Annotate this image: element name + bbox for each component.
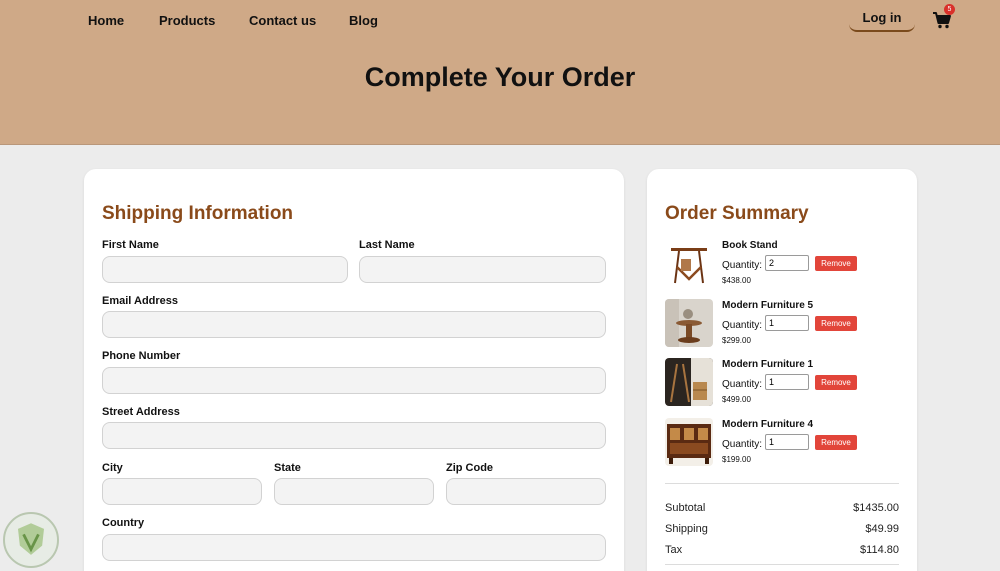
tax-label: Tax [665,544,683,556]
subtotal-label: Subtotal [665,502,706,514]
cart-item: Modern Furniture 5 Quantity: Remove $299… [665,299,905,349]
book-stand-image [665,239,713,287]
modern-furniture-4-image [665,418,713,466]
phone-input[interactable] [102,367,606,394]
shipping-cost-value: $49.99 [865,523,899,535]
cart-count-badge: 5 [944,4,955,15]
country-label: Country [102,517,145,529]
nav-contact-link[interactable]: Contact us [249,13,316,28]
remove-button[interactable]: Remove [815,316,857,331]
email-label: Email Address [102,295,179,307]
login-button[interactable]: Log in [849,8,915,32]
phone-label: Phone Number [102,350,181,362]
item-price: $199.00 [722,455,751,464]
quantity-input[interactable] [765,255,809,271]
cart-item: Modern Furniture 1 Quantity: Remove $499… [665,358,905,408]
quantity-input[interactable] [765,315,809,331]
shipping-title: Shipping Information [102,203,294,224]
shipping-cost-label: Shipping [665,523,708,535]
zip-label: Zip Code [446,462,494,474]
item-price: $499.00 [722,395,751,404]
nav-products-link[interactable]: Products [159,13,215,28]
nav-blog-link[interactable]: Blog [349,13,378,28]
watermark-logo [3,512,59,568]
summary-divider [665,564,899,565]
remove-button[interactable]: Remove [815,435,857,450]
first-name-label: First Name [102,239,159,251]
last-name-input[interactable] [359,256,606,283]
street-label: Street Address [102,406,180,418]
quantity-input[interactable] [765,434,809,450]
state-label: State [274,462,301,474]
item-name: Modern Furniture 4 [722,419,814,430]
order-summary-title: Order Summary [665,203,809,224]
subtotal-value: $1435.00 [853,502,899,514]
quantity-label: Quantity: [722,260,763,271]
page-title: Complete Your Order [364,62,636,92]
remove-button[interactable]: Remove [815,256,857,271]
last-name-label: Last Name [359,239,415,251]
cart-item: Book Stand Quantity: Remove $438.00 [665,239,905,289]
cart-item: Modern Furniture 4 Quantity: Remove $199… [665,418,905,468]
quantity-label: Quantity: [722,320,763,331]
first-name-input[interactable] [102,256,348,283]
modern-furniture-5-image [665,299,713,347]
street-input[interactable] [102,422,606,449]
quantity-input[interactable] [765,374,809,390]
nav-home-link[interactable]: Home [88,13,124,28]
modern-furniture-1-image [665,358,713,406]
zip-input[interactable] [446,478,606,505]
item-name: Modern Furniture 5 [722,300,814,311]
item-name: Book Stand [722,240,778,251]
site-header: Home Products Contact us Blog Log in 5 C… [0,0,1000,145]
state-input[interactable] [274,478,434,505]
remove-button[interactable]: Remove [815,375,857,390]
email-input[interactable] [102,311,606,338]
country-input[interactable] [102,534,606,561]
quantity-label: Quantity: [722,379,763,390]
item-price: $299.00 [722,336,751,345]
city-input[interactable] [102,478,262,505]
tax-value: $114.80 [860,544,899,556]
item-price: $438.00 [722,276,751,285]
city-label: City [102,462,123,474]
summary-divider [665,483,899,484]
quantity-label: Quantity: [722,439,763,450]
item-name: Modern Furniture 1 [722,359,814,370]
